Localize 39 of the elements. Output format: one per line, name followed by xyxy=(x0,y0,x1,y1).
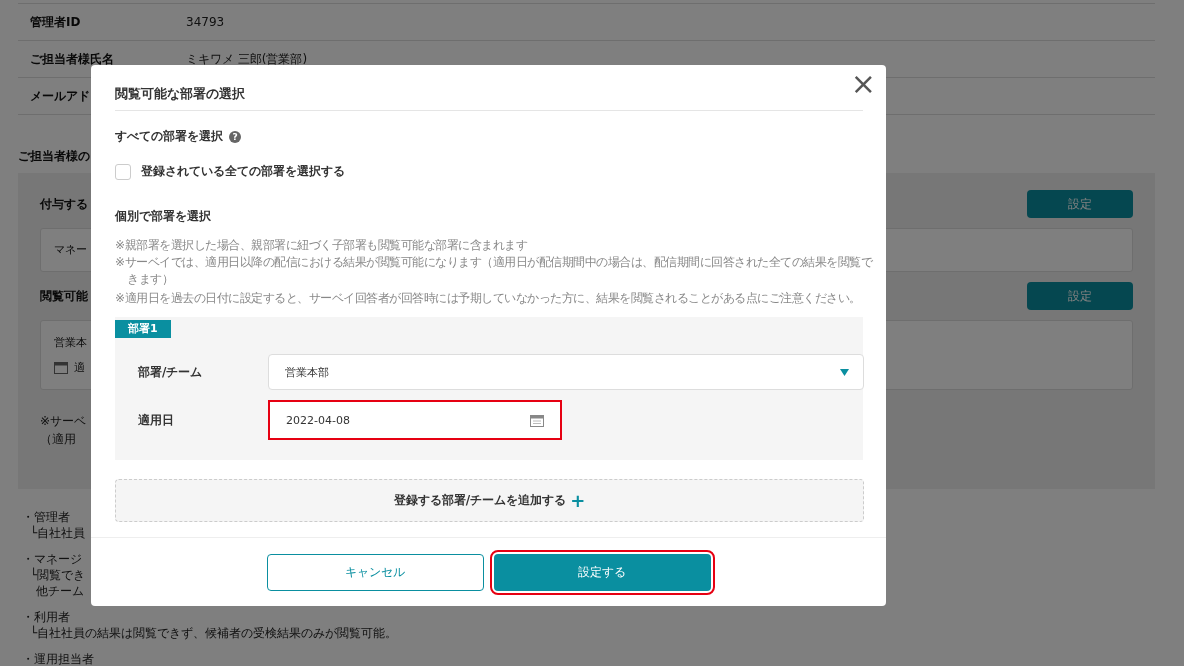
help-icon[interactable]: ? xyxy=(229,130,241,143)
add-department-button[interactable]: 登録する部署/チームを追加する + xyxy=(115,479,864,522)
department-name: 営業本 xyxy=(54,335,87,350)
note-text: ※サーベ xyxy=(40,413,87,430)
section-heading: すべての部署を選択 xyxy=(115,128,223,145)
date-label: 適 xyxy=(74,360,85,375)
role-title: ・運用担当者 xyxy=(22,651,94,666)
setting-label: 付与する xyxy=(40,195,88,213)
role-description: 他チーム xyxy=(35,583,84,599)
setting-label: 閲覧可能 xyxy=(40,287,88,305)
field-label: メールアド xyxy=(30,88,90,103)
checkbox[interactable] xyxy=(115,163,131,180)
field-label: 適用日 xyxy=(138,411,175,429)
date-field[interactable]: 2022-04-08 xyxy=(268,400,562,440)
field-value: ミキワメ 三郎(営業部) xyxy=(186,50,308,68)
role-description: └自社社員の結果は閲覧できず、候補者の受検結果のみが閲覧可能。 xyxy=(29,625,398,641)
note-text: ※サーベイでは、適用日以降の配信における結果が閲覧可能になります（適用日が配信期間中の場合は、配信期間に回答された全ての結果を閲覧できます） xyxy=(115,254,874,288)
section-heading: 個別で部署を選択 xyxy=(115,208,211,225)
section-heading: ご担当者様の xyxy=(18,148,90,165)
role-description: └閲覧でき xyxy=(29,567,86,583)
role-title: ・管理者 xyxy=(22,509,70,525)
role-title: ・利用者 xyxy=(22,609,70,625)
field-label: 部署/チーム xyxy=(138,363,204,381)
role-name: マネー xyxy=(54,242,87,258)
role-title: ・マネージ xyxy=(22,551,82,567)
role-description: └自社社員 xyxy=(29,525,86,541)
caret-icon xyxy=(840,368,849,376)
field-value: 34793 xyxy=(186,15,225,29)
department-tag: 部署1 xyxy=(115,320,171,338)
note-text: ※適用日を過去の日付に設定すると、サーベイ回答者が回答時には予期していなかった方に、結果を閲覧されることがある点にご注意ください。 xyxy=(115,290,862,307)
calendar-icon xyxy=(54,361,68,374)
field-label: ご担当者様氏名 xyxy=(30,51,114,66)
field-label: 管理者ID xyxy=(30,14,81,29)
cancel-button[interactable]: キャンセル xyxy=(266,553,484,591)
checkbox-label[interactable]: 登録されている全ての部署を選択する xyxy=(141,163,345,180)
note-text: （適用 xyxy=(40,431,76,448)
calendar-icon[interactable] xyxy=(530,413,544,427)
department-select[interactable]: 営業本部 xyxy=(268,354,864,390)
note-text: ※親部署を選択した場合、親部署に紐づく子部署も閲覧可能な部署に含まれます xyxy=(115,237,529,254)
